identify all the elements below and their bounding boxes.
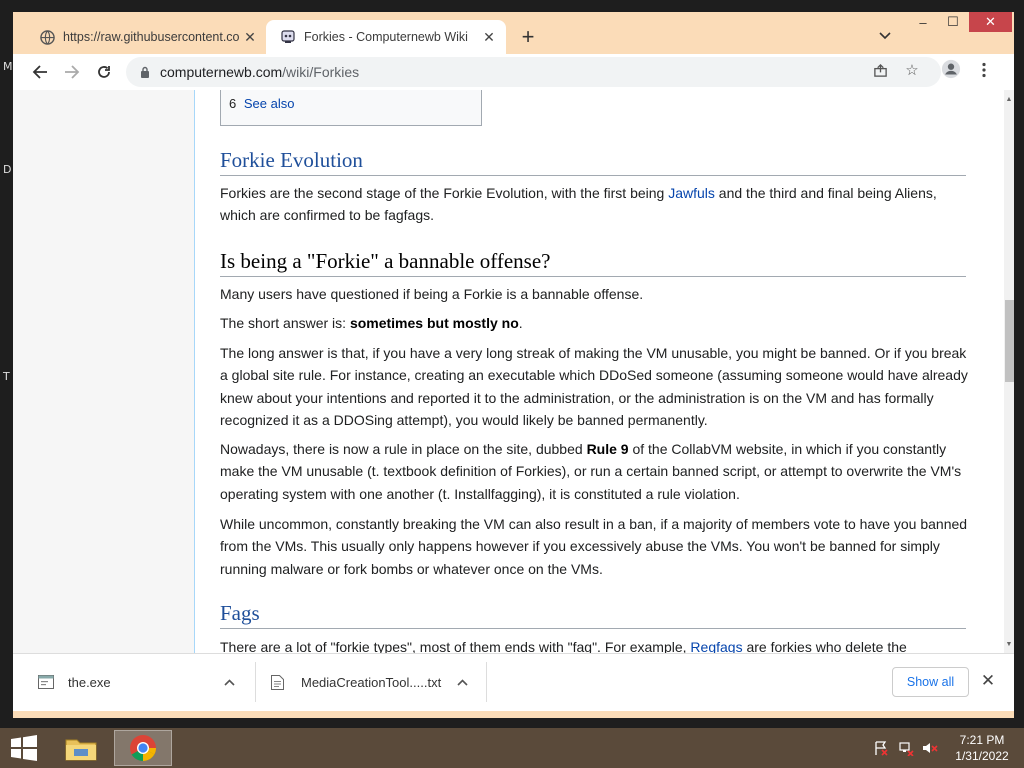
- vertical-scrollbar[interactable]: ▲ ▼: [1004, 90, 1014, 653]
- wiki-sidebar: [13, 90, 194, 653]
- desktop-label: T: [3, 370, 10, 383]
- article-body: 6 See also Forkie Evolution Forkies are …: [194, 90, 1004, 653]
- desktop-label: M: [3, 60, 13, 73]
- heading-bannable-offense: Is being a "Forkie" a bannable offense?: [220, 249, 966, 277]
- clock-time: 7:21 PM: [959, 733, 1005, 747]
- forward-arrow-icon[interactable]: [60, 60, 84, 84]
- paragraph-long-answer: The long answer is that, if you have a v…: [220, 345, 968, 428]
- download-item[interactable]: the.exe: [38, 660, 253, 704]
- menu-kebab-icon[interactable]: [974, 60, 994, 80]
- tab-github[interactable]: https://raw.githubusercontent.co ✕: [25, 20, 267, 54]
- text-file-icon: [271, 675, 287, 690]
- profile-avatar-icon[interactable]: [941, 59, 961, 79]
- tab-search-chevron-icon[interactable]: [875, 26, 895, 46]
- scroll-down-arrow-icon[interactable]: ▼: [1004, 637, 1014, 651]
- site-favicon-icon: [280, 29, 296, 45]
- download-item[interactable]: MediaCreationTool.....txt: [271, 660, 486, 704]
- download-filename: MediaCreationTool.....txt: [301, 674, 442, 690]
- close-icon[interactable]: ✕: [239, 26, 261, 48]
- window-close-button[interactable]: ✕: [969, 12, 1012, 32]
- maximize-button[interactable]: ☐: [939, 12, 967, 32]
- chevron-up-icon[interactable]: [224, 675, 235, 689]
- download-bar: the.exe MediaCreationTool.....txt Show a…: [13, 653, 1014, 711]
- paragraph-short-answer: The short answer is: sometimes but mostl…: [220, 315, 523, 331]
- chevron-up-icon[interactable]: [457, 675, 468, 689]
- heading-forkie-evolution: Forkie Evolution: [220, 148, 966, 176]
- toc-link-see-also[interactable]: See also: [244, 96, 295, 111]
- toc-number: 6: [229, 96, 237, 111]
- volume-muted-icon[interactable]: [921, 740, 939, 756]
- exe-file-icon: [38, 675, 54, 689]
- file-explorer-icon[interactable]: [52, 730, 110, 766]
- paragraph-uncommon: While uncommon, constantly breaking the …: [220, 516, 968, 577]
- address-bar[interactable]: computernewb.com/wiki/Forkies: [126, 57, 941, 87]
- browser-window: https://raw.githubusercontent.co ✕ Forki…: [13, 12, 1014, 718]
- reload-icon[interactable]: [92, 60, 116, 84]
- page-content: 6 See also Forkie Evolution Forkies are …: [13, 90, 1014, 653]
- paragraph-nowadays: Nowadays, there is now a rule in place o…: [220, 441, 962, 502]
- tab-title: https://raw.githubusercontent.co: [63, 30, 239, 44]
- table-of-contents: 6 See also: [220, 90, 482, 126]
- desktop-label: D: [3, 163, 12, 176]
- scroll-up-arrow-icon[interactable]: ▲: [1004, 92, 1014, 106]
- lock-icon: [140, 66, 150, 78]
- system-clock[interactable]: 7:21 PM 1/31/2022: [948, 732, 1016, 764]
- network-icon[interactable]: [897, 740, 915, 756]
- bookmark-star-icon[interactable]: ☆: [902, 60, 922, 80]
- download-filename: the.exe: [68, 674, 111, 690]
- clock-date: 1/31/2022: [955, 749, 1009, 763]
- globe-icon: [39, 29, 55, 45]
- link-regfags[interactable]: Regfags: [690, 639, 742, 653]
- back-arrow-icon[interactable]: [28, 60, 52, 84]
- close-icon[interactable]: ✕: [478, 26, 500, 48]
- show-all-button[interactable]: Show all: [892, 667, 969, 697]
- close-icon[interactable]: ✕: [977, 670, 999, 692]
- chrome-icon[interactable]: [114, 730, 172, 766]
- minimize-button[interactable]: –: [909, 12, 937, 32]
- heading-fags: Fags: [220, 601, 966, 629]
- tab-title: Forkies - Computernewb Wiki: [304, 30, 468, 44]
- paragraph-fags: There are a lot of "forkie types", most …: [220, 639, 907, 653]
- taskbar: 7:21 PM 1/31/2022: [0, 728, 1024, 768]
- scrollbar-thumb[interactable]: [1005, 300, 1014, 382]
- tab-forkies[interactable]: Forkies - Computernewb Wiki ✕: [266, 20, 506, 54]
- tab-strip: https://raw.githubusercontent.co ✕ Forki…: [13, 12, 1014, 54]
- url-text: computernewb.com/wiki/Forkies: [160, 64, 360, 80]
- download-separator: [255, 662, 256, 702]
- paragraph-questioned: Many users have questioned if being a Fo…: [220, 286, 644, 302]
- browser-toolbar: computernewb.com/wiki/Forkies ☆: [13, 54, 1014, 90]
- share-icon[interactable]: [870, 60, 890, 80]
- action-center-flag-icon[interactable]: [872, 740, 890, 756]
- download-separator: [486, 662, 487, 702]
- paragraph-evolution: Forkies are the second stage of the Fork…: [220, 185, 937, 224]
- link-jawfuls[interactable]: Jawfuls: [668, 185, 715, 201]
- new-tab-button[interactable]: +: [516, 24, 540, 49]
- windows-start-icon[interactable]: [0, 728, 48, 768]
